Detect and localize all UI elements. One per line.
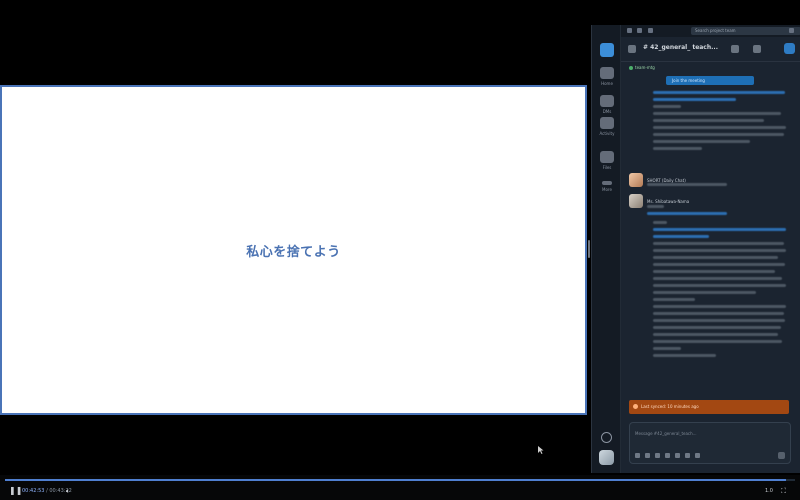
- history-icon[interactable]: [648, 28, 653, 33]
- plus-icon[interactable]: [635, 453, 640, 458]
- progress-fill: [5, 479, 786, 481]
- user-avatar[interactable]: [599, 450, 614, 465]
- shortcut-icon[interactable]: [695, 453, 700, 458]
- composer-toolbar: [635, 453, 700, 458]
- join-button[interactable]: Join the meeting: [666, 76, 754, 85]
- status-tag[interactable]: team-mtg: [629, 65, 655, 70]
- add-workspace-icon[interactable]: [601, 432, 612, 443]
- avatar: [629, 194, 643, 208]
- bell-icon: [600, 117, 614, 129]
- current-time: 00:42:53: [22, 488, 45, 494]
- rail-item-label: Home: [601, 81, 613, 86]
- pause-icon[interactable]: ❚❚: [9, 484, 22, 498]
- rail-item-dms[interactable]: DMs: [598, 95, 616, 114]
- forward-icon[interactable]: [637, 28, 642, 33]
- volume-icon[interactable]: 🔈︎: [66, 484, 70, 498]
- message-icon: [600, 95, 614, 107]
- back-icon[interactable]: [627, 28, 632, 33]
- members-icon[interactable]: [731, 45, 739, 53]
- channel-header: # 42_general_ teach...: [621, 37, 800, 62]
- app-rail: Home DMs Activity Files More: [592, 25, 621, 473]
- format-icon[interactable]: [645, 453, 650, 458]
- message-body: [653, 221, 792, 361]
- more-icon: [602, 181, 612, 185]
- mic-icon[interactable]: [685, 453, 690, 458]
- files-icon: [600, 151, 614, 163]
- help-icon[interactable]: [789, 28, 794, 33]
- rail-item-label: DMs: [602, 109, 612, 114]
- message-body: [653, 91, 792, 154]
- sync-alert-banner[interactable]: Last synced: 10 minutes ago: [629, 400, 789, 414]
- mention-icon[interactable]: [665, 453, 670, 458]
- channel-name[interactable]: # 42_general_ teach...: [643, 44, 718, 51]
- chat-panel: Home DMs Activity Files More Search proj…: [591, 25, 800, 473]
- panel-topbar: Search project team: [621, 25, 800, 37]
- call-icon[interactable]: [753, 45, 761, 53]
- controls-row: ❚❚ 00:42:53 / 00:43:22 🔈︎ 1.0 ⛶: [0, 484, 800, 498]
- author-name: Ms. Shibatawa-Nama: [647, 198, 690, 204]
- video-icon[interactable]: [675, 453, 680, 458]
- rail-item-label: Activity: [599, 131, 615, 136]
- rail-item-label: Files: [602, 165, 612, 170]
- home-icon: [600, 67, 614, 79]
- rail-item-home[interactable]: Home: [598, 67, 616, 86]
- split-handle[interactable]: [588, 240, 590, 258]
- video-player-window: 私心を捨てよう Home DMs Activity Files More Sea…: [0, 0, 800, 500]
- progress-bar[interactable]: [5, 479, 795, 481]
- search-input[interactable]: Search project team: [691, 27, 800, 35]
- playback-speed[interactable]: 1.0: [765, 484, 773, 498]
- huddle-button[interactable]: [784, 43, 795, 54]
- slide-text: 私心を捨てよう: [246, 244, 341, 260]
- message-list: team-mtg Join the meeting SHORT (Daily C…: [621, 63, 800, 423]
- rail-item-label: More: [602, 187, 612, 192]
- message-composer[interactable]: Message #42_general_teach...: [629, 422, 791, 464]
- message-body: [647, 183, 792, 190]
- author-name: SHORT (Daily Chat): [647, 177, 686, 183]
- channel-icon: [628, 45, 636, 53]
- workspace-icon[interactable]: [600, 43, 614, 57]
- message-input[interactable]: Message #42_general_teach...: [635, 431, 696, 436]
- mouse-cursor-icon: [538, 446, 544, 454]
- shared-slide: 私心を捨てよう: [0, 85, 587, 415]
- rail-item-files[interactable]: Files: [598, 151, 616, 170]
- avatar: [629, 173, 643, 187]
- send-button[interactable]: [778, 452, 785, 459]
- emoji-icon[interactable]: [655, 453, 660, 458]
- player-controls: ❚❚ 00:42:53 / 00:43:22 🔈︎ 1.0 ⛶: [0, 475, 800, 500]
- rail-item-activity[interactable]: Activity: [598, 117, 616, 136]
- rail-item-more[interactable]: More: [598, 181, 616, 192]
- message-body: [647, 205, 792, 219]
- fullscreen-icon[interactable]: ⛶: [781, 484, 786, 498]
- time-display: 00:42:53 / 00:43:22: [22, 484, 72, 498]
